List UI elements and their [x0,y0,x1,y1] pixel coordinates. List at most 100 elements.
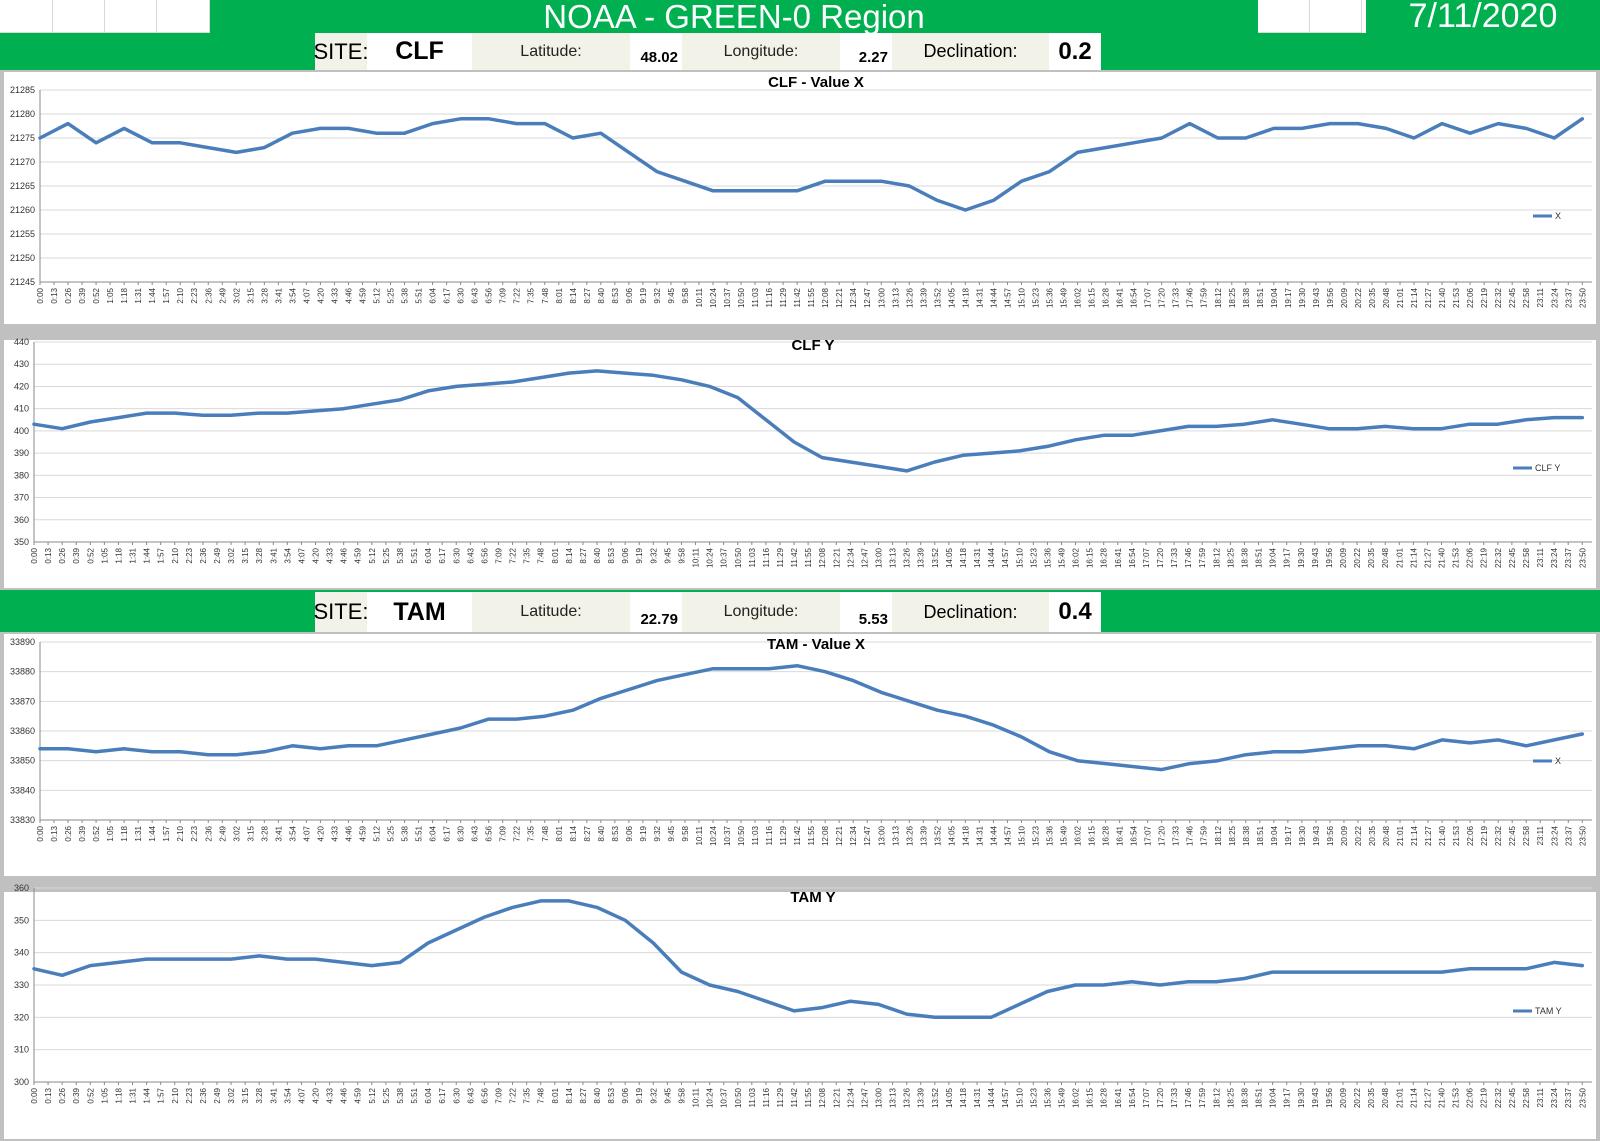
x-tick-label: 15:36 [1046,825,1055,846]
x-tick-label: 7:35 [527,825,536,841]
x-tick-label: 3:02 [232,825,241,841]
x-tick-label: 9:32 [649,1087,658,1103]
x-tick-label: 19:17 [1283,547,1292,568]
x-tick-label: 10:37 [720,547,729,568]
x-tick-label: 5:25 [382,547,391,563]
x-tick-label: 22:45 [1508,1087,1517,1108]
legend-label: X [1555,211,1561,221]
x-tick-label: 13:26 [903,547,912,568]
x-tick-label: 16:41 [1116,287,1125,308]
declination-value: 0.4 [1049,592,1101,632]
x-tick-label: 20:09 [1339,1087,1348,1108]
x-tick-label: 15:49 [1060,825,1069,846]
x-tick-label: 4:59 [354,1087,363,1103]
x-tick-label: 19:43 [1312,287,1321,308]
x-tick-label: 14:44 [989,825,998,846]
x-tick-label: 1:57 [162,825,171,841]
x-tick-label: 14:57 [1003,825,1012,846]
y-tick-label: 430 [14,359,29,369]
x-tick-label: 14:31 [975,825,984,846]
x-tick-label: 4:07 [297,547,306,563]
x-tick-label: 11:42 [790,1087,799,1107]
x-tick-label: 13:39 [919,287,928,308]
x-tick-label: 19:17 [1283,1087,1292,1108]
x-tick-label: 19:30 [1297,547,1306,568]
declination-label: Declination: [892,33,1049,70]
x-tick-label: 1:05 [106,825,115,841]
x-tick-label: 0:52 [86,547,95,563]
x-tick-label: 15:10 [1017,825,1026,846]
x-tick-label: 8:27 [579,547,588,563]
x-tick-label: 18:12 [1212,1087,1221,1108]
chart-title: TAM - Value X [767,636,865,653]
latitude-label: Latitude: [472,592,630,632]
y-tick-label: 21255 [10,229,35,239]
x-tick-label: 6:30 [457,825,466,841]
x-tick-label: 21:27 [1424,825,1433,846]
x-tick-label: 14:57 [1003,287,1012,308]
x-tick-label: 7:22 [509,547,518,563]
x-tick-label: 22:32 [1494,287,1503,308]
x-tick-label: 14:44 [987,1087,996,1108]
chart-panel-tam-y: 300 310 320 330 340 350 360 0:00 0:13 0:26 0:39 0:5… [0,878,1600,1141]
x-tick-label: 8:01 [555,287,564,303]
y-tick-label: 330 [14,980,29,990]
x-tick-label: 6:56 [485,825,494,841]
x-tick-label: 16:02 [1072,547,1081,568]
x-tick-label: 21:14 [1409,547,1418,568]
x-tick-label: 16:41 [1116,825,1125,846]
x-tick-label: 7:35 [527,287,536,303]
x-tick-label: 6:43 [471,287,480,303]
x-tick-label: 18:25 [1228,287,1237,308]
x-tick-label: 10:11 [695,825,704,845]
x-tick-label: 6:04 [424,1087,433,1103]
x-tick-label: 22:58 [1522,547,1531,568]
longitude-value: 2.27 [840,33,892,70]
x-tick-label: 23:50 [1578,547,1587,568]
x-tick-label: 2:36 [204,287,213,303]
longitude-value: 5.53 [840,592,892,632]
x-tick-label: 12:08 [818,547,827,568]
x-tick-label: 6:30 [452,547,461,563]
x-tick-label: 8:27 [579,1087,588,1103]
x-tick-label: 13:13 [889,547,898,568]
x-tick-label: 11:42 [793,287,802,307]
x-tick-label: 4:20 [316,825,325,841]
x-tick-label: 14:31 [973,547,982,568]
x-tick-label: 1:44 [143,547,152,563]
x-tick-label: 20:48 [1381,1087,1390,1108]
x-tick-label: 1:57 [157,547,166,563]
report-date: 7/11/2020 [1366,0,1600,35]
x-tick-label: 17:20 [1156,547,1165,568]
x-tick-label: 21:01 [1396,287,1405,308]
x-tick-label: 10:24 [709,287,718,308]
x-tick-label: 18:25 [1226,547,1235,568]
x-tick-label: 8:01 [555,825,564,841]
x-tick-label: 4:46 [340,1087,349,1103]
x-tick-label: 21:53 [1452,287,1461,308]
chart-tam-y: 300 310 320 330 340 350 360 0:00 0:13 0:26 0:39 0:5… [4,883,1596,1139]
x-tick-label: 14:57 [1001,1087,1010,1108]
x-tick-label: 5:25 [387,287,396,303]
x-tick-label: 11:16 [765,287,774,307]
x-tick-label: 14:05 [947,825,956,846]
x-tick-label: 2:36 [199,547,208,563]
x-tick-label: 2:10 [171,547,180,563]
latitude-label: Latitude: [472,33,630,70]
x-tick-label: 16:02 [1074,287,1083,308]
x-tick-label: 8:14 [565,547,574,563]
x-tick-label: 20:22 [1354,825,1363,846]
x-tick-label: 20:35 [1368,287,1377,308]
x-tick-label: 12:21 [832,547,841,568]
x-tick-label: 1:57 [157,1087,166,1103]
chart-title: CLF Y [791,337,834,354]
x-tick-label: 4:46 [340,547,349,563]
x-tick-label: 5:51 [410,547,419,563]
x-tick-label: 15:49 [1057,547,1066,568]
y-tick-label: 33850 [10,756,35,766]
x-tick-label: 8:01 [551,1087,560,1103]
x-tick-label: 4:20 [312,547,321,563]
x-tick-label: 2:49 [218,287,227,303]
x-tick-label: 0:00 [36,825,45,841]
x-tick-label: 12:34 [849,825,858,846]
